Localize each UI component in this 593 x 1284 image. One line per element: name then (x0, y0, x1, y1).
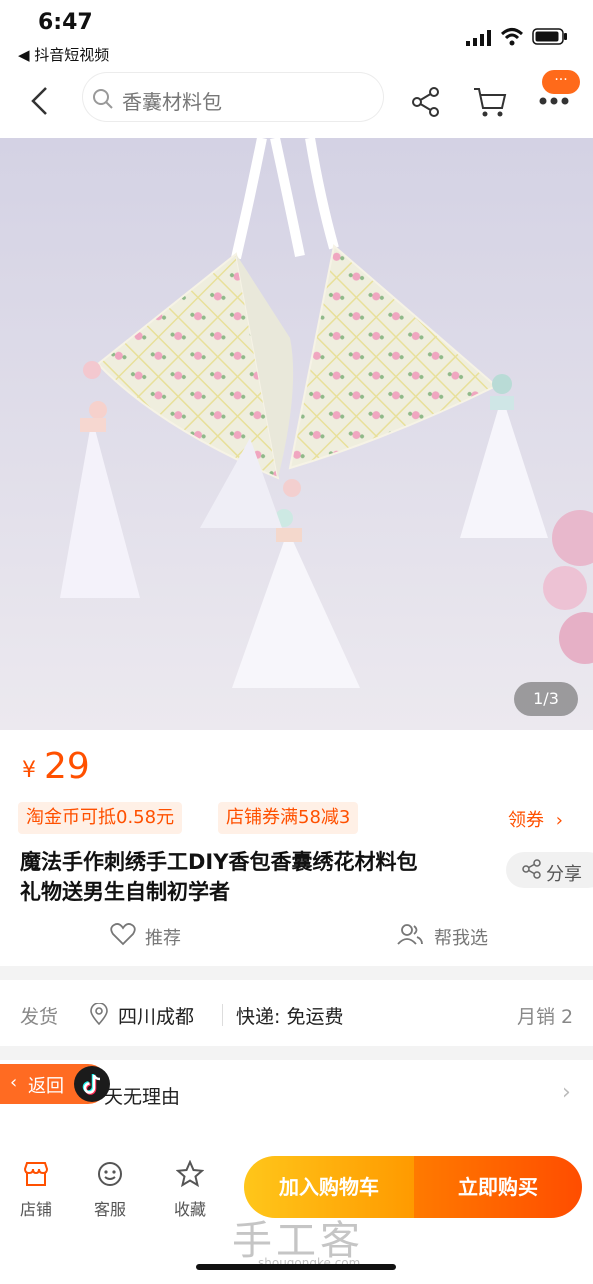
product-title-line2: 礼物送男生自制初学者 (20, 880, 230, 904)
share-small-icon (522, 859, 541, 879)
monthly-sales: 月销 2 (517, 1006, 574, 1028)
favorite-button[interactable]: 收藏 (160, 1160, 220, 1220)
signal-icon (466, 30, 491, 46)
product-title-line1: 魔法手作刺绣手工DIY香包香囊绣花材料包 (20, 850, 418, 874)
chevron-right-icon: › (555, 810, 563, 831)
chevron-left-icon: ‹ (10, 1072, 18, 1093)
star-icon (176, 1160, 204, 1188)
get-coupon-label: 领券 (508, 810, 544, 831)
buy-now-button[interactable]: 立即购买 (414, 1156, 582, 1218)
product-image[interactable] (0, 138, 593, 730)
image-pager: 1/3 (514, 682, 578, 716)
shop-button[interactable]: 店铺 (6, 1160, 66, 1220)
divider (222, 1004, 223, 1026)
ship-from-location: 四川成都 (118, 1006, 195, 1028)
status-time: 6:47 (38, 10, 93, 35)
back-to-app-link[interactable]: ◀ 抖音短视频 (18, 44, 109, 65)
promo-tag-coins: 淘金币可抵0.58元 (18, 802, 183, 834)
recommend-button[interactable]: 推荐 (145, 924, 181, 950)
message-badge[interactable]: ··· (542, 70, 580, 94)
get-coupon-link[interactable]: 领券 › (508, 806, 563, 832)
back-icon[interactable] (28, 86, 50, 116)
product-price: 29 (44, 746, 90, 787)
tiktok-logo-icon (74, 1066, 110, 1102)
search-input[interactable]: 香囊材料包 (122, 86, 222, 115)
help-me-choose-button[interactable]: 帮我选 (434, 924, 488, 950)
favorite-label: 收藏 (173, 1200, 206, 1219)
battery-icon (532, 28, 567, 45)
search-icon (93, 89, 113, 109)
home-indicator[interactable] (196, 1264, 396, 1270)
express-fee: 快递: 免运费 (236, 1006, 344, 1028)
heart-icon[interactable] (110, 922, 136, 946)
cart-icon[interactable] (472, 86, 508, 118)
customer-service-button[interactable]: 客服 (80, 1160, 140, 1220)
shipping-label: 发货 (20, 1006, 59, 1028)
sachet-illustration (0, 138, 593, 730)
wifi-icon (500, 28, 524, 46)
promo-tag-shop-coupon: 店铺券满58减3 (218, 802, 359, 834)
shop-icon (23, 1162, 49, 1186)
return-policy-text: 天无理由 (104, 1086, 181, 1108)
return-label: 返回 (28, 1076, 64, 1097)
chevron-right-icon: › (562, 1080, 571, 1105)
share-label: 分享 (546, 864, 582, 885)
customer-service-icon (98, 1162, 122, 1186)
shop-label: 店铺 (19, 1200, 52, 1219)
location-pin-icon (90, 1003, 108, 1025)
share-icon[interactable] (410, 86, 442, 118)
currency-symbol: ¥ (22, 758, 36, 783)
people-icon[interactable] (396, 922, 424, 946)
more-icon[interactable] (538, 96, 570, 106)
customer-service-label: 客服 (93, 1200, 126, 1219)
